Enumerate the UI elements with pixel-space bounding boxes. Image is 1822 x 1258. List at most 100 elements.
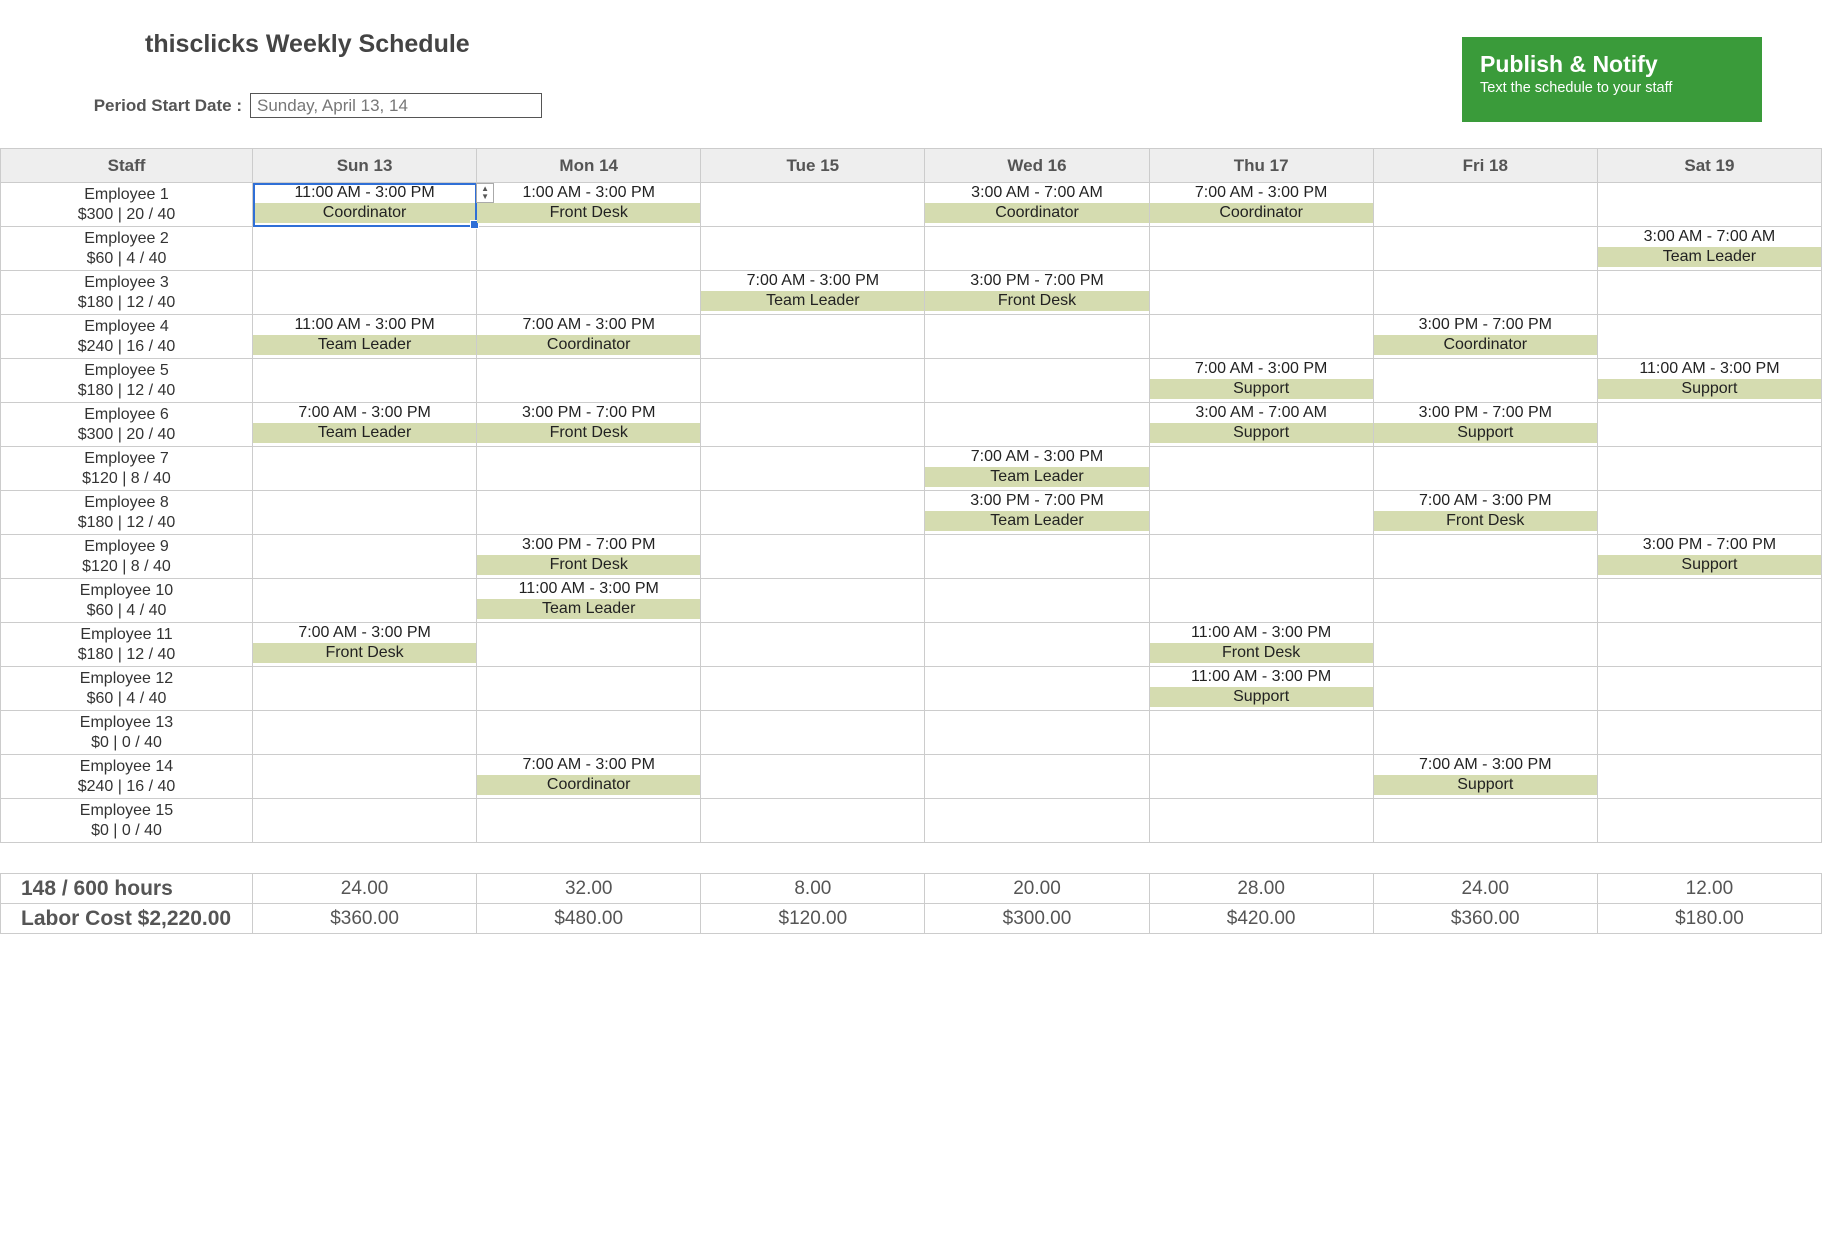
shift-cell[interactable] — [1373, 579, 1597, 623]
shift-cell[interactable] — [701, 623, 925, 667]
employee-cell[interactable]: Employee 13$0 | 0 / 40 — [1, 711, 253, 755]
shift-cell[interactable]: 7:00 AM - 3:00 PMFront Desk — [1373, 491, 1597, 535]
shift-cell[interactable]: 3:00 PM - 7:00 PMFront Desk — [477, 403, 701, 447]
shift-cell[interactable] — [477, 271, 701, 315]
shift-cell[interactable] — [701, 491, 925, 535]
shift-cell[interactable]: 7:00 AM - 3:00 PMCoordinator — [477, 315, 701, 359]
shift-cell[interactable] — [1373, 359, 1597, 403]
shift-cell[interactable] — [253, 667, 477, 711]
col-thu[interactable]: Thu 17 — [1149, 149, 1373, 183]
shift-cell[interactable] — [925, 315, 1149, 359]
shift-cell[interactable] — [477, 667, 701, 711]
shift-cell[interactable] — [477, 623, 701, 667]
shift-cell[interactable]: 7:00 AM - 3:00 PMFront Desk — [253, 623, 477, 667]
shift-cell[interactable] — [925, 535, 1149, 579]
shift-cell[interactable] — [701, 359, 925, 403]
shift-cell[interactable] — [1373, 623, 1597, 667]
col-mon[interactable]: Mon 14 — [477, 149, 701, 183]
shift-cell[interactable] — [253, 755, 477, 799]
shift-cell[interactable] — [1373, 535, 1597, 579]
shift-cell[interactable] — [1597, 183, 1821, 227]
shift-cell[interactable] — [701, 183, 925, 227]
shift-cell[interactable] — [253, 491, 477, 535]
shift-cell[interactable] — [701, 447, 925, 491]
employee-cell[interactable]: Employee 4$240 | 16 / 40 — [1, 315, 253, 359]
employee-cell[interactable]: Employee 6$300 | 20 / 40 — [1, 403, 253, 447]
shift-cell[interactable] — [477, 799, 701, 843]
shift-cell[interactable]: 11:00 AM - 3:00 PMFront Desk — [1149, 623, 1373, 667]
shift-cell[interactable]: 3:00 PM - 7:00 PMSupport — [1373, 403, 1597, 447]
col-fri[interactable]: Fri 18 — [1373, 149, 1597, 183]
shift-cell[interactable]: 3:00 AM - 7:00 AMSupport — [1149, 403, 1373, 447]
shift-cell[interactable] — [477, 491, 701, 535]
shift-cell[interactable]: 3:00 PM - 7:00 PMSupport — [1597, 535, 1821, 579]
shift-cell[interactable] — [925, 667, 1149, 711]
shift-cell[interactable] — [1373, 271, 1597, 315]
employee-cell[interactable]: Employee 2$60 | 4 / 40 — [1, 227, 253, 271]
shift-cell[interactable]: 3:00 AM - 7:00 AMCoordinator — [925, 183, 1149, 227]
shift-cell[interactable] — [1149, 755, 1373, 799]
chevron-down-icon[interactable]: ▼ — [481, 193, 489, 201]
employee-cell[interactable]: Employee 9$120 | 8 / 40 — [1, 535, 253, 579]
shift-cell[interactable]: 7:00 AM - 3:00 PMTeam Leader — [253, 403, 477, 447]
shift-cell[interactable]: 7:00 AM - 3:00 PMSupport — [1149, 359, 1373, 403]
shift-cell[interactable] — [1373, 447, 1597, 491]
shift-cell[interactable] — [1149, 535, 1373, 579]
shift-cell[interactable] — [925, 711, 1149, 755]
shift-cell[interactable]: 3:00 PM - 7:00 PMTeam Leader — [925, 491, 1149, 535]
shift-cell[interactable] — [477, 711, 701, 755]
shift-cell[interactable]: 3:00 AM - 7:00 AMTeam Leader — [1597, 227, 1821, 271]
employee-cell[interactable]: Employee 3$180 | 12 / 40 — [1, 271, 253, 315]
employee-cell[interactable]: Employee 15$0 | 0 / 40 — [1, 799, 253, 843]
shift-cell[interactable] — [1597, 403, 1821, 447]
shift-cell[interactable]: 3:00 PM - 7:00 PMFront Desk — [477, 535, 701, 579]
shift-cell[interactable]: 11:00 AM - 3:00 PMSupport — [1597, 359, 1821, 403]
employee-cell[interactable]: Employee 11$180 | 12 / 40 — [1, 623, 253, 667]
shift-cell[interactable] — [477, 447, 701, 491]
shift-cell[interactable] — [1597, 579, 1821, 623]
shift-cell[interactable]: 11:00 AM - 3:00 PMSupport — [1149, 667, 1373, 711]
shift-cell[interactable] — [925, 403, 1149, 447]
shift-cell[interactable]: 11:00 AM - 3:00 PMTeam Leader — [477, 579, 701, 623]
shift-cell[interactable] — [253, 359, 477, 403]
employee-cell[interactable]: Employee 7$120 | 8 / 40 — [1, 447, 253, 491]
shift-cell[interactable]: 1:00 AM - 3:00 PMFront Desk▲▼ — [477, 183, 701, 227]
employee-cell[interactable]: Employee 10$60 | 4 / 40 — [1, 579, 253, 623]
shift-cell[interactable] — [1597, 711, 1821, 755]
shift-cell[interactable] — [1149, 447, 1373, 491]
shift-cell[interactable]: 11:00 AM - 3:00 PMTeam Leader — [253, 315, 477, 359]
shift-cell[interactable]: 7:00 AM - 3:00 PMTeam Leader — [925, 447, 1149, 491]
shift-cell[interactable] — [253, 799, 477, 843]
publish-notify-button[interactable]: Publish & Notify Text the schedule to yo… — [1462, 37, 1762, 122]
shift-cell[interactable] — [925, 623, 1149, 667]
shift-cell[interactable] — [701, 315, 925, 359]
shift-cell[interactable] — [701, 799, 925, 843]
shift-cell[interactable]: 7:00 AM - 3:00 PMCoordinator — [1149, 183, 1373, 227]
shift-cell[interactable] — [701, 403, 925, 447]
shift-cell[interactable] — [1149, 491, 1373, 535]
shift-cell[interactable]: 7:00 AM - 3:00 PMCoordinator — [477, 755, 701, 799]
shift-cell[interactable] — [1373, 227, 1597, 271]
shift-cell[interactable] — [477, 359, 701, 403]
col-wed[interactable]: Wed 16 — [925, 149, 1149, 183]
shift-cell[interactable] — [1373, 711, 1597, 755]
col-tue[interactable]: Tue 15 — [701, 149, 925, 183]
shift-cell[interactable]: 3:00 PM - 7:00 PMFront Desk — [925, 271, 1149, 315]
shift-cell[interactable]: 11:00 AM - 3:00 PMCoordinator — [253, 183, 477, 227]
shift-cell[interactable] — [253, 271, 477, 315]
shift-cell[interactable] — [253, 711, 477, 755]
shift-cell[interactable] — [701, 227, 925, 271]
shift-cell[interactable] — [253, 535, 477, 579]
shift-cell[interactable] — [1597, 623, 1821, 667]
shift-cell[interactable] — [925, 359, 1149, 403]
col-sun[interactable]: Sun 13 — [253, 149, 477, 183]
shift-cell[interactable] — [1597, 491, 1821, 535]
shift-cell[interactable] — [1597, 799, 1821, 843]
shift-cell[interactable] — [701, 755, 925, 799]
shift-cell[interactable] — [1373, 183, 1597, 227]
employee-cell[interactable]: Employee 12$60 | 4 / 40 — [1, 667, 253, 711]
col-staff[interactable]: Staff — [1, 149, 253, 183]
employee-cell[interactable]: Employee 8$180 | 12 / 40 — [1, 491, 253, 535]
shift-cell[interactable]: 7:00 AM - 3:00 PMTeam Leader — [701, 271, 925, 315]
shift-cell[interactable] — [925, 227, 1149, 271]
